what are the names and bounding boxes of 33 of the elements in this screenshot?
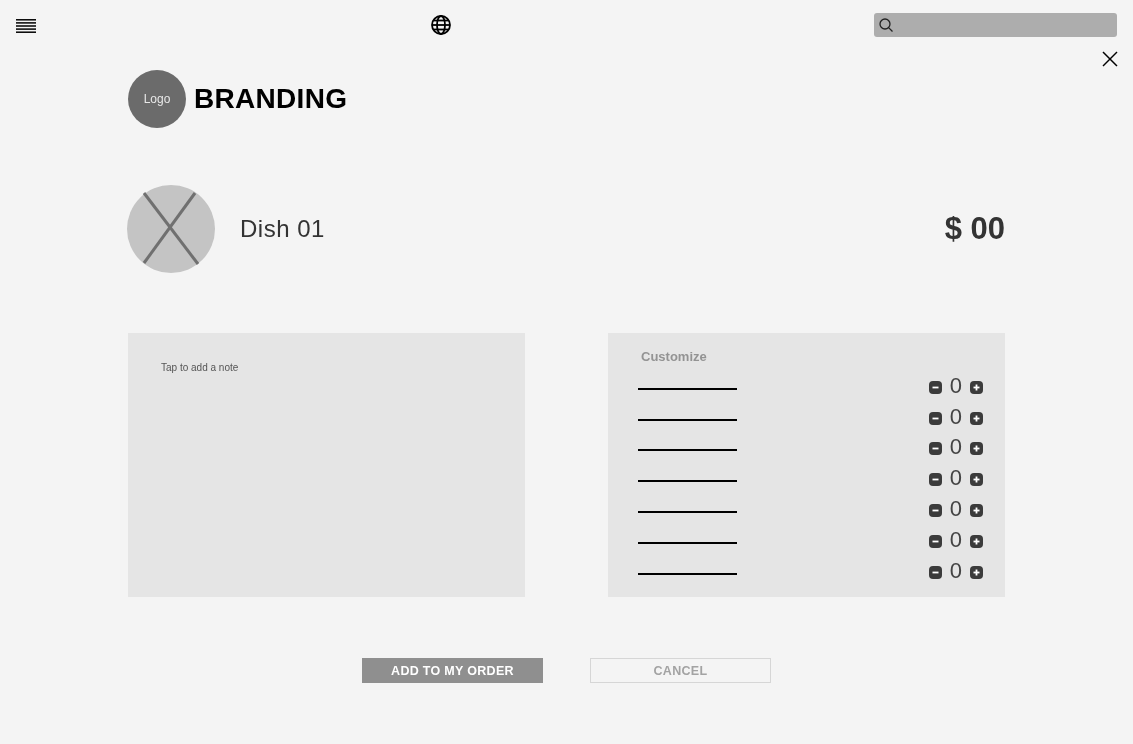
minus-icon[interactable] (928, 380, 942, 394)
brand-title: BRANDING (194, 83, 348, 115)
plus-icon[interactable] (970, 380, 983, 394)
minus-icon[interactable] (928, 565, 942, 579)
quantity-count: 0 (949, 497, 962, 522)
search-icon (879, 18, 893, 32)
quantity-count: 0 (949, 466, 962, 491)
plus-icon[interactable] (970, 504, 983, 518)
minus-icon[interactable] (928, 534, 942, 548)
minus-icon[interactable] (928, 473, 942, 487)
quantity-count: 0 (949, 404, 962, 429)
quantity-count: 0 (949, 435, 962, 460)
minus-icon[interactable] (928, 442, 942, 456)
note-field[interactable]: Tap to add a note (128, 333, 525, 597)
close-icon[interactable] (1102, 51, 1118, 67)
search-field[interactable] (874, 13, 1117, 37)
plus-icon[interactable] (970, 473, 983, 487)
minus-icon[interactable] (928, 504, 942, 518)
globe-icon[interactable] (431, 15, 451, 35)
plus-icon[interactable] (970, 411, 983, 425)
dish-price: $ 00 (944, 211, 1005, 247)
minus-icon[interactable] (928, 411, 942, 425)
quantity-count: 0 (949, 558, 962, 583)
plus-icon[interactable] (970, 565, 983, 579)
menu-icon[interactable] (16, 19, 36, 33)
quantity-count: 0 (949, 373, 962, 398)
quantity-count: 0 (949, 527, 962, 552)
logo: Logo (128, 70, 186, 128)
add-to-order-button[interactable]: ADD TO MY ORDER (362, 658, 543, 683)
plus-icon[interactable] (970, 534, 983, 548)
customize-title: Customize (641, 349, 707, 365)
plus-icon[interactable] (970, 442, 983, 456)
dish-name: Dish 01 (240, 215, 325, 243)
